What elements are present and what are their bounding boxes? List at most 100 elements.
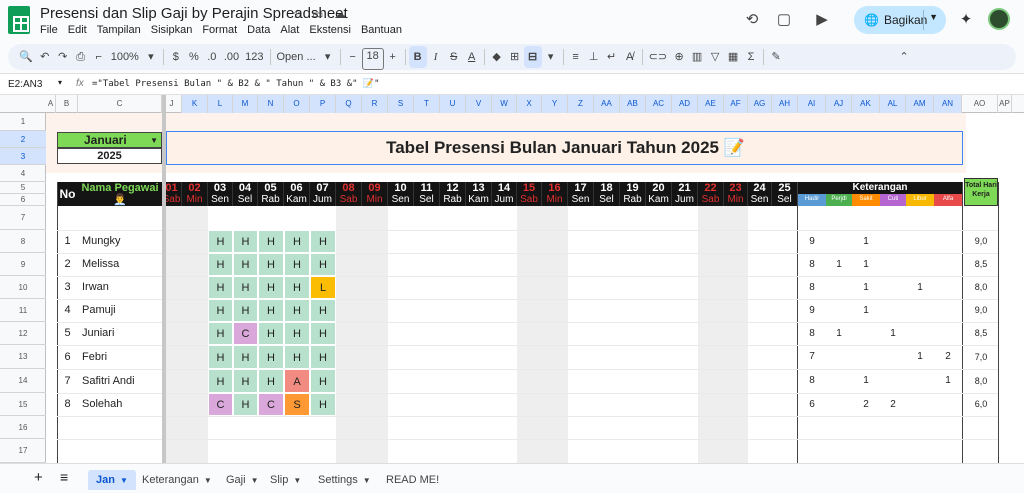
search-icon[interactable]: 🔍 <box>16 46 36 68</box>
font-size-increase-button[interactable]: + <box>384 46 402 68</box>
attendance-cell[interactable]: H <box>233 393 258 416</box>
chevron-down-icon[interactable]: ▾ <box>542 46 560 68</box>
employee-name[interactable]: Pamuji <box>82 299 162 322</box>
attendance-cell[interactable]: A <box>284 369 310 393</box>
total-days[interactable]: 8,0 <box>964 276 998 299</box>
gemini-icon[interactable]: ✦ <box>954 8 978 32</box>
keterangan-count[interactable] <box>906 322 934 345</box>
menu-item[interactable]: Tampilan <box>97 24 141 36</box>
link-icon[interactable]: ⊂⊃ <box>646 46 670 68</box>
attendance-cell[interactable]: H <box>233 299 258 322</box>
keterangan-count[interactable] <box>880 230 906 253</box>
chevron-down-icon[interactable]: ▾ <box>319 46 337 68</box>
keterangan-count[interactable] <box>826 276 852 299</box>
menu-item[interactable]: Sisipkan <box>151 24 193 36</box>
keterangan-count[interactable] <box>906 393 934 416</box>
keterangan-count[interactable]: 9 <box>798 299 826 322</box>
chevron-down-icon[interactable]: ▼ <box>251 476 259 485</box>
attendance-cell[interactable]: H <box>284 230 310 253</box>
total-days[interactable]: 6,0 <box>964 393 998 416</box>
sheets-logo-icon[interactable] <box>8 6 30 34</box>
attendance-cell[interactable]: H <box>208 345 233 369</box>
keterangan-count[interactable] <box>826 393 852 416</box>
filter-views-icon[interactable]: ▦ <box>724 46 742 68</box>
keterangan-count[interactable] <box>906 299 934 322</box>
employee-number[interactable]: 6 <box>57 345 78 369</box>
number-format-button[interactable]: 123 <box>242 46 266 68</box>
menu-item[interactable]: Data <box>247 24 270 36</box>
attendance-cell[interactable]: H <box>284 276 310 299</box>
menu-item[interactable]: Bantuan <box>361 24 402 36</box>
employee-name[interactable]: Safitri Andi <box>82 369 162 393</box>
total-days[interactable]: 9,0 <box>964 230 998 253</box>
employee-name[interactable]: Febri <box>82 345 162 369</box>
employee-number[interactable]: 3 <box>57 276 78 299</box>
print-icon[interactable]: ⎙ <box>72 46 90 68</box>
paint-format-icon[interactable]: ⌐ <box>90 46 108 68</box>
redo-icon[interactable]: ↷ <box>54 46 72 68</box>
chevron-down-icon[interactable]: ▼ <box>929 12 938 22</box>
keterangan-count[interactable]: 1 <box>880 322 906 345</box>
all-sheets-icon[interactable]: ≡ <box>60 469 68 485</box>
total-days[interactable]: 8,5 <box>964 253 998 276</box>
text-wrap-icon[interactable]: ↵ <box>603 46 621 68</box>
sheet-tab[interactable]: READ ME! <box>378 470 447 490</box>
total-days[interactable]: 9,0 <box>964 299 998 322</box>
comments-icon[interactable]: ▢ <box>772 8 796 32</box>
keterangan-count[interactable] <box>880 369 906 393</box>
collapse-toolbar-icon[interactable]: ⌃ <box>895 46 913 68</box>
attendance-cell[interactable]: L <box>310 276 336 299</box>
keterangan-count[interactable]: 8 <box>798 322 826 345</box>
employee-name[interactable]: Irwan <box>82 276 162 299</box>
employee-number[interactable]: 7 <box>57 369 78 393</box>
year-cell[interactable]: 2025 <box>57 148 162 164</box>
keterangan-count[interactable] <box>852 345 880 369</box>
undo-icon[interactable]: ↶ <box>36 46 54 68</box>
increase-decimal-button[interactable]: .00 <box>221 46 242 68</box>
italic-icon[interactable]: I <box>427 46 445 68</box>
total-days[interactable]: 8,5 <box>964 322 998 345</box>
cloud-status-icon[interactable]: ☁ <box>334 7 346 21</box>
fill-color-icon[interactable]: ◆ <box>488 46 506 68</box>
borders-icon[interactable]: ⊞ <box>506 46 524 68</box>
keterangan-count[interactable] <box>826 299 852 322</box>
percent-format-button[interactable]: % <box>185 46 203 68</box>
text-rotate-icon[interactable]: A̸ <box>621 46 639 68</box>
attendance-cell[interactable]: S <box>284 393 310 416</box>
functions-icon[interactable]: Σ <box>742 46 760 68</box>
chevron-down-icon[interactable]: ▾ <box>142 46 160 68</box>
attendance-cell[interactable]: H <box>208 369 233 393</box>
avatar[interactable] <box>988 8 1010 30</box>
star-icon[interactable]: ☆ <box>292 7 303 21</box>
attendance-cell[interactable]: C <box>258 393 284 416</box>
employee-name[interactable]: Solehah <box>82 393 162 416</box>
chevron-down-icon[interactable]: ▼ <box>204 476 212 485</box>
keterangan-count[interactable]: 1 <box>852 276 880 299</box>
keterangan-count[interactable]: 1 <box>852 369 880 393</box>
keterangan-count[interactable] <box>826 345 852 369</box>
comment-icon[interactable]: ⊕ <box>670 46 688 68</box>
name-box[interactable]: E2:AN3 <box>8 79 42 90</box>
attendance-cell[interactable]: H <box>310 393 336 416</box>
keterangan-count[interactable] <box>906 230 934 253</box>
keterangan-count[interactable]: 1 <box>826 322 852 345</box>
spreadsheet-grid[interactable]: A B C J K L M N O P Q R S T U V W X Y Z AA AB AC AD AE AF AG AH AI AJ… <box>0 95 1024 463</box>
history-icon[interactable]: ⟲ <box>740 8 764 32</box>
sheet-tab[interactable]: Gaji ▼ <box>218 470 266 490</box>
attendance-cell[interactable]: H <box>284 345 310 369</box>
employee-number[interactable]: 5 <box>57 322 78 345</box>
month-select-cell[interactable]: Januari ▼ <box>57 132 162 148</box>
keterangan-count[interactable]: 1 <box>934 369 962 393</box>
keterangan-count[interactable] <box>906 253 934 276</box>
keterangan-count[interactable]: 8 <box>798 276 826 299</box>
keterangan-count[interactable]: 6 <box>798 393 826 416</box>
attendance-cell[interactable]: H <box>208 253 233 276</box>
attendance-cell[interactable]: H <box>310 253 336 276</box>
keterangan-count[interactable]: 2 <box>934 345 962 369</box>
keterangan-count[interactable] <box>934 253 962 276</box>
employee-name[interactable]: Melissa <box>82 253 162 276</box>
keterangan-count[interactable] <box>880 276 906 299</box>
attendance-cell[interactable]: H <box>208 276 233 299</box>
attendance-cell[interactable]: H <box>310 230 336 253</box>
keterangan-count[interactable]: 2 <box>880 393 906 416</box>
